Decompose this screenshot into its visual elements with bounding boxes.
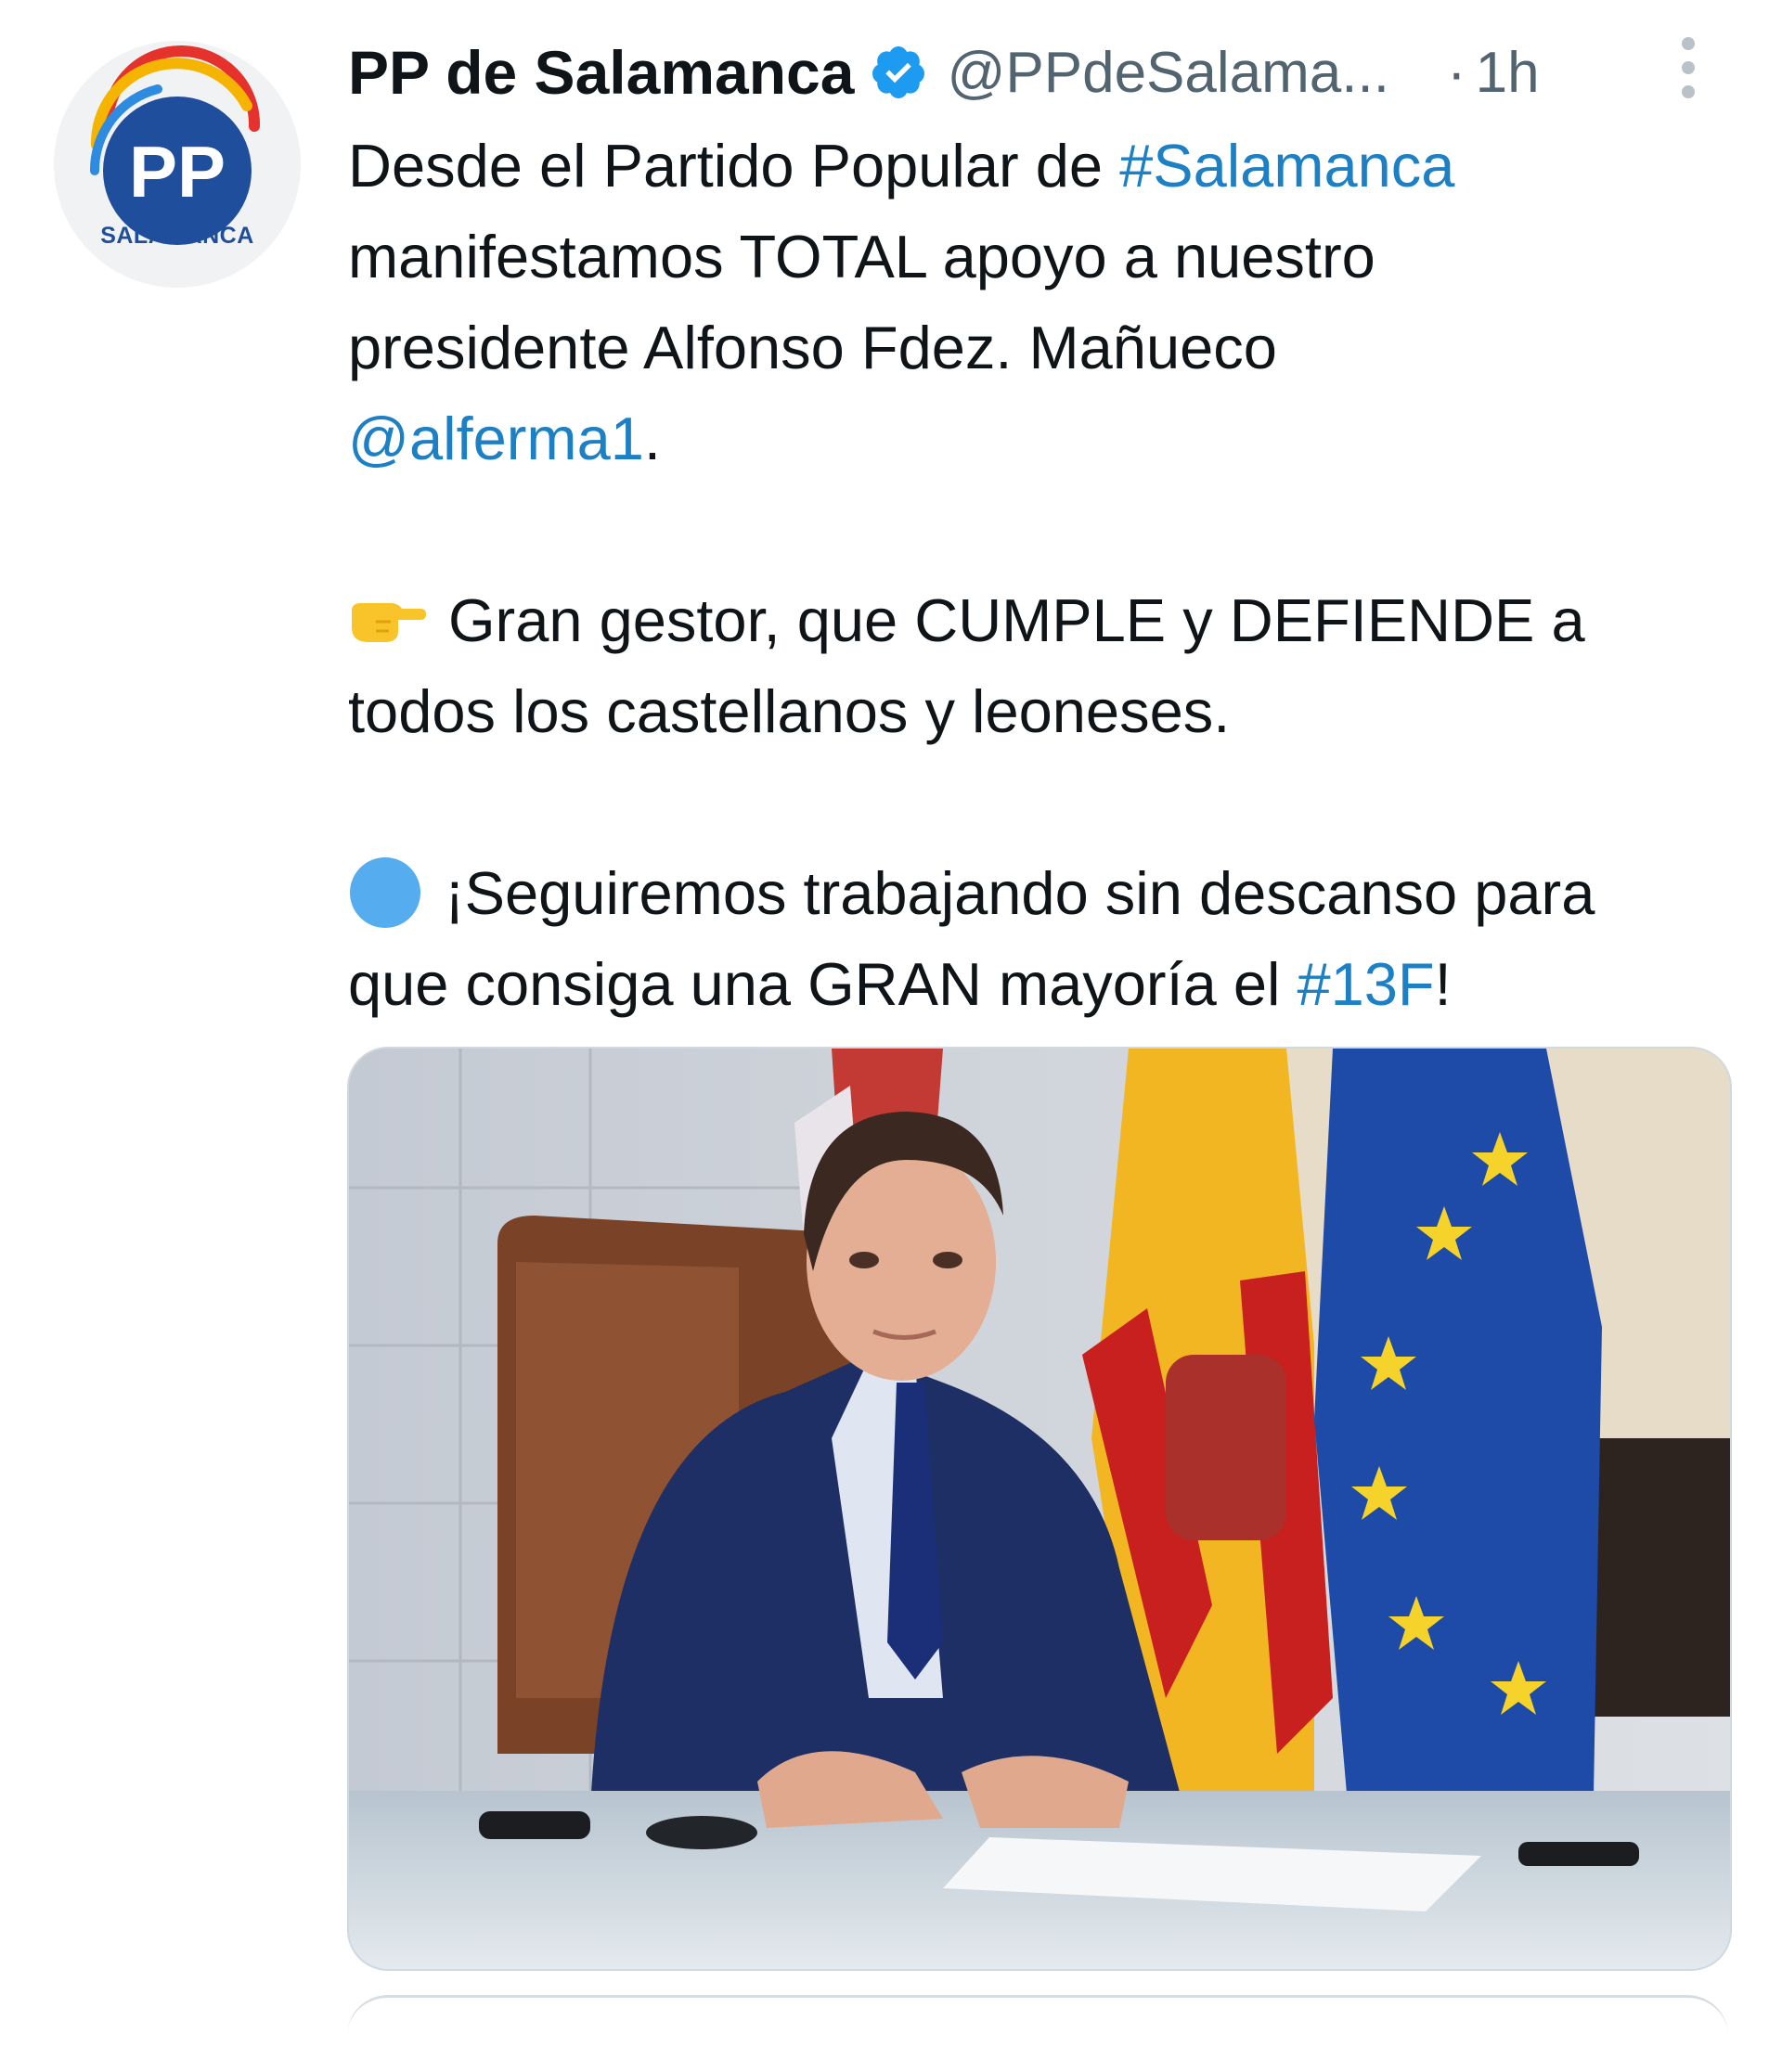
handle[interactable]: @PPdeSalama... [947, 40, 1389, 106]
tweet-line: presidente Alfonso Fdez. Mañueco [348, 314, 1277, 381]
tweet-line: @alferma1. [348, 405, 661, 472]
timestamp[interactable]: 1h [1476, 40, 1540, 106]
blue-circle-icon [350, 856, 420, 928]
tweet-line: que consiga una GRAN mayoría el #13F! [348, 950, 1452, 1018]
tweet-text: Desde el Partido Popular de #Salamanca m… [348, 121, 1740, 1030]
tweet-photo[interactable] [347, 1047, 1732, 1971]
tweet-line: manifestamos TOTAL apoyo a nuestro [348, 223, 1375, 290]
separator-dot: · [1446, 40, 1466, 105]
avatar-caption: SALAMANCA [100, 223, 254, 249]
tweet-line: Gran gestor, que CUMPLE y DEFIENDE a [348, 575, 1740, 666]
hashtag-link[interactable]: #Salamanca [1119, 132, 1454, 199]
photo-image [349, 1049, 1730, 1969]
pp-logo-text: PP [129, 131, 226, 212]
tweet-header: PP de Salamanca @PPdeSalama... · 1h [348, 35, 1722, 109]
next-card-edge [347, 1995, 1728, 2072]
tweet-line: Desde el Partido Popular de #Salamanca [348, 132, 1455, 199]
hashtag-link[interactable]: #13F [1297, 950, 1434, 1018]
pointing-right-icon [352, 602, 426, 642]
tweet-line: todos los castellanos y leoneses. [348, 677, 1231, 745]
mention-link[interactable]: @alferma1 [348, 405, 644, 472]
more-options-icon[interactable] [1678, 37, 1698, 98]
tweet-line: ¡Seguiremos trabajando sin descanso para [348, 848, 1740, 939]
verified-badge-icon [872, 46, 925, 98]
avatar[interactable]: PP SALAMANCA [54, 41, 301, 288]
pp-logo-icon: PP [89, 45, 261, 245]
tweet[interactable]: PP SALAMANCA PP de Salamanca @PPdeSalama… [0, 0, 1782, 2019]
display-name[interactable]: PP de Salamanca [348, 37, 854, 108]
